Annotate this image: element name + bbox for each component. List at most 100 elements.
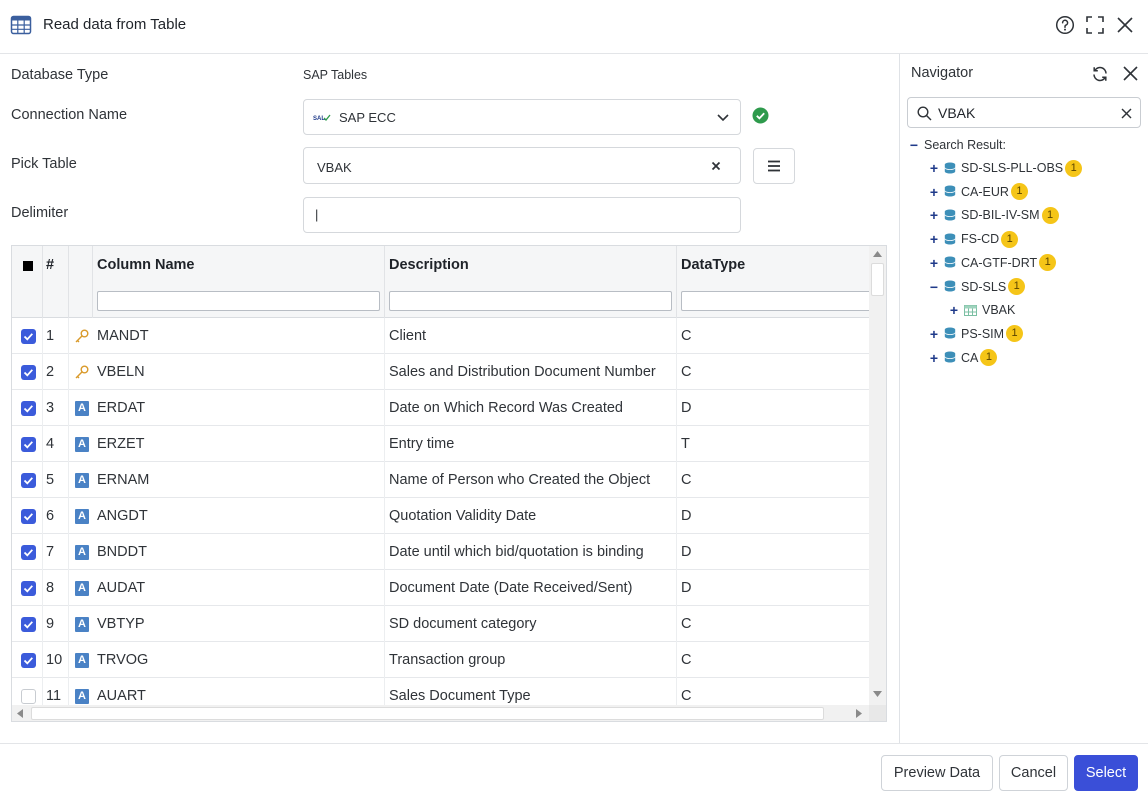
pick-table-label: Pick Table (11, 156, 77, 172)
select-all-checkbox[interactable] (23, 261, 33, 271)
row-checkbox[interactable] (21, 545, 36, 560)
tree-root[interactable]: − Search Result: (908, 134, 1006, 156)
select-button[interactable]: Select (1074, 755, 1138, 791)
table-row[interactable]: 10 A TRVOG Transaction group C (12, 642, 869, 678)
count-badge: 1 (1008, 278, 1026, 295)
refresh-icon[interactable] (1091, 65, 1109, 83)
header-index-label: # (46, 257, 55, 273)
text-type-icon: A (75, 581, 89, 596)
help-icon[interactable] (1054, 14, 1076, 36)
clear-icon[interactable] (711, 161, 721, 171)
search-clear-icon[interactable] (1121, 108, 1132, 119)
table-row[interactable]: 7 A BNDDT Date until which bid/quotation is… (12, 534, 869, 570)
navigator-search-input[interactable]: VBAK (907, 97, 1141, 128)
navigator-close-icon[interactable] (1122, 65, 1139, 82)
expand-icon[interactable]: + (928, 231, 940, 247)
row-checkbox[interactable] (21, 437, 36, 452)
header-type (69, 246, 93, 318)
count-badge: 1 (1041, 206, 1059, 224)
cancel-button[interactable]: Cancel (999, 755, 1068, 791)
tree-node[interactable]: + SD-SLS-PLL-OBS 1 (928, 157, 1083, 179)
vertical-scroll-thumb[interactable] (871, 263, 884, 296)
row-checkbox[interactable] (21, 509, 36, 524)
row-select-cell (12, 642, 43, 678)
row-index: 1 (43, 318, 69, 354)
table-list-button[interactable] (753, 148, 795, 184)
tree-node[interactable]: − SD-SLS 1 (928, 276, 1026, 298)
row-checkbox[interactable] (21, 653, 36, 668)
row-index: 5 (43, 462, 69, 498)
header-datatype[interactable]: DataType (677, 246, 871, 318)
database-icon (944, 233, 956, 245)
description-filter[interactable] (389, 291, 672, 311)
expand-icon[interactable] (1084, 14, 1106, 36)
table-row[interactable]: 1 MANDT Client C (12, 318, 869, 354)
tree-node[interactable]: + FS-CD 1 (928, 228, 1019, 250)
row-checkbox[interactable] (21, 473, 36, 488)
collapse-icon[interactable]: − (928, 279, 940, 295)
tree-node[interactable]: + CA-EUR 1 (928, 181, 1028, 203)
connection-select[interactable]: SAL SAP ECC (303, 99, 741, 135)
row-checkbox[interactable] (21, 581, 36, 596)
row-description: Quotation Validity Date (385, 498, 677, 534)
expand-icon[interactable]: + (948, 302, 960, 318)
table-row[interactable]: 5 A ERNAM Name of Person who Created the Ob… (12, 462, 869, 498)
count-badge: 1 (1065, 159, 1083, 177)
row-datatype: C (681, 364, 692, 380)
row-select-cell (12, 462, 43, 498)
chevron-down-icon (717, 114, 729, 122)
tree-node[interactable]: + CA-GTF-DRT 1 (928, 252, 1057, 274)
text-type-icon: A (75, 545, 89, 560)
row-checkbox[interactable] (21, 617, 36, 632)
row-checkbox[interactable] (21, 329, 36, 344)
horizontal-scrollbar[interactable] (12, 705, 869, 721)
database-icon (944, 185, 956, 197)
table-row[interactable]: 2 VBELN Sales and Distribution Document Nu… (12, 354, 869, 390)
tree-node-label: CA (961, 350, 979, 365)
text-type-icon: A (75, 473, 89, 488)
search-icon (917, 106, 932, 121)
row-checkbox[interactable] (21, 401, 36, 416)
tree-node[interactable]: + CA 1 (928, 347, 998, 369)
close-icon[interactable] (1114, 14, 1136, 36)
horizontal-scroll-thumb[interactable] (31, 707, 824, 720)
header-column-name[interactable]: Column Name (93, 246, 385, 318)
row-index: 9 (43, 606, 69, 642)
pick-table-input[interactable]: VBAK (303, 147, 741, 184)
vertical-scrollbar[interactable] (869, 246, 886, 706)
text-type-icon: A (75, 617, 89, 632)
scroll-corner (869, 705, 886, 721)
table-row[interactable]: 4 A ERZET Entry time T (12, 426, 869, 462)
expand-icon[interactable]: + (928, 350, 940, 366)
navigator-title: Navigator (911, 65, 974, 81)
database-icon (944, 162, 956, 173)
table-row[interactable]: 6 A ANGDT Quotation Validity Date D (12, 498, 869, 534)
collapse-icon[interactable]: − (908, 137, 920, 153)
tree-node[interactable]: + PS-SIM 1 (928, 323, 1024, 345)
table-row[interactable]: 8 A AUDAT Document Date (Date Received/Sent… (12, 570, 869, 606)
table-row[interactable]: 9 A VBTYP SD document category C (12, 606, 869, 642)
row-index: 4 (43, 426, 69, 462)
preview-data-button[interactable]: Preview Data (881, 755, 993, 791)
expand-icon[interactable]: + (928, 255, 940, 271)
expand-icon[interactable]: + (928, 160, 940, 176)
row-column-name: BNDDT (93, 534, 385, 570)
row-index: 6 (43, 498, 69, 534)
column-name-filter[interactable] (97, 291, 380, 311)
navigator-panel: Navigator VBAK − Search Result: + SD-SLS-… (899, 54, 1148, 743)
tree-node[interactable]: + SD-BIL-IV-SM 1 (928, 204, 1059, 226)
tree-node-label: CA-GTF-DRT (961, 255, 1038, 270)
database-type-label: Database Type (11, 67, 109, 83)
header-description[interactable]: Description (385, 246, 677, 318)
delimiter-input[interactable]: | (303, 197, 741, 233)
tree-table-node[interactable]: + VBAK (948, 299, 1015, 321)
expand-icon[interactable]: + (928, 184, 940, 200)
row-checkbox[interactable] (21, 365, 36, 380)
datatype-filter[interactable] (681, 291, 871, 311)
row-checkbox[interactable] (21, 689, 36, 704)
expand-icon[interactable]: + (928, 207, 940, 223)
row-description: Date until which bid/quotation is bindin… (385, 534, 677, 570)
tree-node-label: SD-SLS-PLL-OBS (961, 161, 1064, 175)
table-row[interactable]: 3 A ERDAT Date on Which Record Was Created D (12, 390, 869, 426)
expand-icon[interactable]: + (928, 326, 940, 342)
